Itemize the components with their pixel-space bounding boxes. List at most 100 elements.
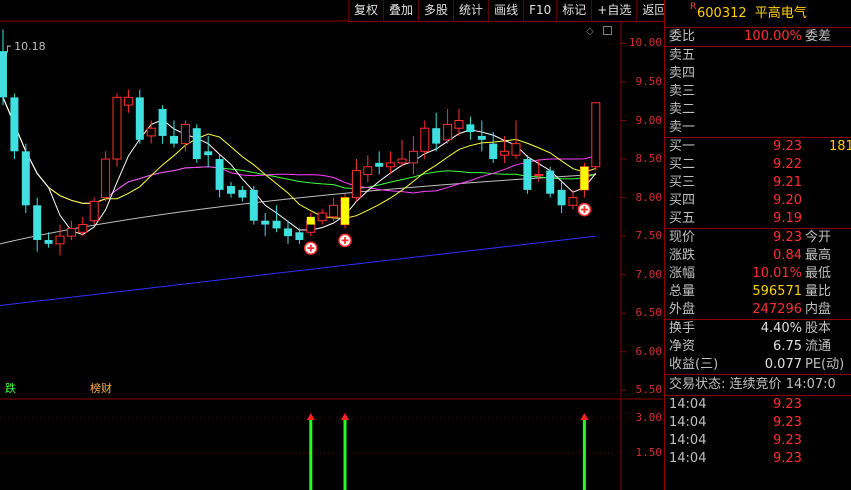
candle-body xyxy=(272,220,281,229)
candle-body xyxy=(432,128,441,144)
stat-row: 净资 6.75 流通 xyxy=(665,338,851,356)
diamond-icon[interactable]: ◇ xyxy=(586,26,594,37)
stat-value: 0.84 xyxy=(773,248,802,263)
candle-body xyxy=(10,97,19,152)
ask-row: 卖二 xyxy=(665,101,851,119)
candle-body xyxy=(489,143,498,160)
tick-row: 14:04 9.23 xyxy=(665,414,851,432)
bid-row: 买二 9.22 xyxy=(665,156,851,174)
candle-body xyxy=(591,102,601,168)
stat-label-2: 今开 xyxy=(805,230,832,245)
candle-body xyxy=(261,220,270,225)
kline-chart-area[interactable]: 复权 叠加 多股 统计 画线 F10 标记 +自选 返回 ◇ ┌ 10.18 1… xyxy=(0,0,672,490)
candle-body xyxy=(66,227,76,237)
tick-list[interactable]: 14:04 9.23 14:04 9.23 14:04 9.23 14:04 9.23 xyxy=(665,395,851,468)
price-tick-label: 7.50 xyxy=(635,229,663,243)
bid-price: 9.20 xyxy=(773,193,802,208)
tick-time: 14:04 xyxy=(669,415,707,430)
candle-body xyxy=(397,158,407,164)
indicator-tick-label: 1.50 xyxy=(635,446,663,459)
bid-label: 买三 xyxy=(669,175,696,190)
stat-value: 6.75 xyxy=(773,339,802,354)
indicator-tick-label: 3.00 xyxy=(635,411,663,424)
stat-label: 外盘 xyxy=(669,302,696,317)
ask-row: 卖三 xyxy=(665,83,851,101)
candle-body xyxy=(317,212,327,222)
bid-price: 9.22 xyxy=(773,157,802,172)
bid-row: 买一 9.23 181 xyxy=(665,138,851,156)
bid-label: 买一 xyxy=(669,139,696,154)
ma120-line xyxy=(0,235,596,306)
candle-body xyxy=(78,224,88,233)
candle-body xyxy=(0,51,7,98)
panel-label-mid: 榜财 xyxy=(90,382,112,395)
tick-price: 9.23 xyxy=(773,451,802,466)
asks-section: 卖五 卖四 卖三 卖二 卖一 xyxy=(665,46,851,137)
candle-body xyxy=(295,232,304,240)
toolbar-overlay-button[interactable]: 叠加 xyxy=(383,0,418,21)
candle-body xyxy=(375,162,384,167)
toolbar-f10-button[interactable]: F10 xyxy=(523,0,556,21)
candle-body xyxy=(408,150,418,164)
stat-label-2: 流通 xyxy=(805,339,832,354)
stat-label: 涨幅 xyxy=(669,266,696,281)
ask-label: 卖四 xyxy=(669,66,696,81)
indicator-arrow xyxy=(341,413,349,420)
toolbar-mark-button[interactable]: 标记 xyxy=(556,0,591,21)
candle-body xyxy=(192,128,201,160)
toolbar-draw-button[interactable]: 画线 xyxy=(488,0,523,21)
weibi-value: 100.00% xyxy=(744,29,802,44)
status-label: 交易状态: xyxy=(669,377,726,392)
stat-row: 涨跌 0.84 最高 xyxy=(665,247,851,265)
indicator-arrow xyxy=(580,413,589,420)
stat-row: 总量 596571 量比 xyxy=(665,283,851,301)
signal-bar xyxy=(341,197,349,225)
toolbar-multi-stock-button[interactable]: 多股 xyxy=(418,0,453,21)
stat-row: 涨幅 10.01% 最低 xyxy=(665,265,851,283)
tick-price: 9.23 xyxy=(773,397,802,412)
ask-label: 卖二 xyxy=(669,102,696,117)
trade-status: 交易状态: 连续竞价 14:07:0 xyxy=(665,374,851,395)
stat-row: 现价 9.23 今开 xyxy=(665,229,851,247)
high-price-value: 10.18 xyxy=(14,40,46,53)
status-time: 14:07:0 xyxy=(785,377,836,392)
toolbar-add-watchlist-button[interactable]: +自选 xyxy=(591,0,636,21)
tick-row: 14:04 9.23 xyxy=(665,450,851,468)
candle-body xyxy=(351,170,361,199)
stock-name: 平高电气 xyxy=(754,6,807,21)
stat-label-2: 最低 xyxy=(805,266,832,281)
signal-bar xyxy=(580,166,589,190)
candle-body xyxy=(454,120,464,129)
kline-chart[interactable] xyxy=(0,0,663,490)
stats-section: 现价 9.23 今开 涨跌 0.84 最高 涨幅 10.01% 最低 总量 596571 量比 … xyxy=(665,228,851,319)
bid-label: 买五 xyxy=(669,211,696,226)
stat-label-2: 内盘 xyxy=(805,302,832,317)
candle-body xyxy=(44,239,53,244)
candle-body xyxy=(215,159,224,190)
candle-body xyxy=(146,127,156,137)
stats2-section: 换手 4.40% 股本 净资 6.75 流通 收益(三) 0.077 PE(动) xyxy=(665,319,851,374)
chart-toolbar: 复权 叠加 多股 统计 画线 F10 标记 +自选 返回 xyxy=(348,0,672,22)
toolbar-stats-button[interactable]: 统计 xyxy=(453,0,488,21)
price-tick-label: 8.00 xyxy=(635,190,663,204)
candle-body xyxy=(477,135,486,140)
candle-body xyxy=(284,228,292,237)
price-tick-label: 6.00 xyxy=(635,344,663,358)
ma10-line xyxy=(2,97,596,219)
candle-body xyxy=(123,96,133,106)
stat-label: 总量 xyxy=(669,284,696,299)
stock-code: 600312 xyxy=(697,6,747,21)
toolbar-fuquan-button[interactable]: 复权 xyxy=(348,0,383,21)
candle-body xyxy=(443,123,453,141)
square-icon[interactable] xyxy=(603,26,612,35)
bid-label: 买四 xyxy=(669,193,696,208)
stat-label-2: 量比 xyxy=(805,284,832,299)
candle-body xyxy=(135,97,144,140)
candle-body xyxy=(466,124,475,133)
candle-body xyxy=(329,204,339,218)
candle-body xyxy=(112,96,122,160)
candle-body xyxy=(511,143,521,156)
candle-body xyxy=(546,170,555,194)
price-tick-label: 9.00 xyxy=(635,113,663,127)
bid-row: 买三 9.21 xyxy=(665,174,851,192)
